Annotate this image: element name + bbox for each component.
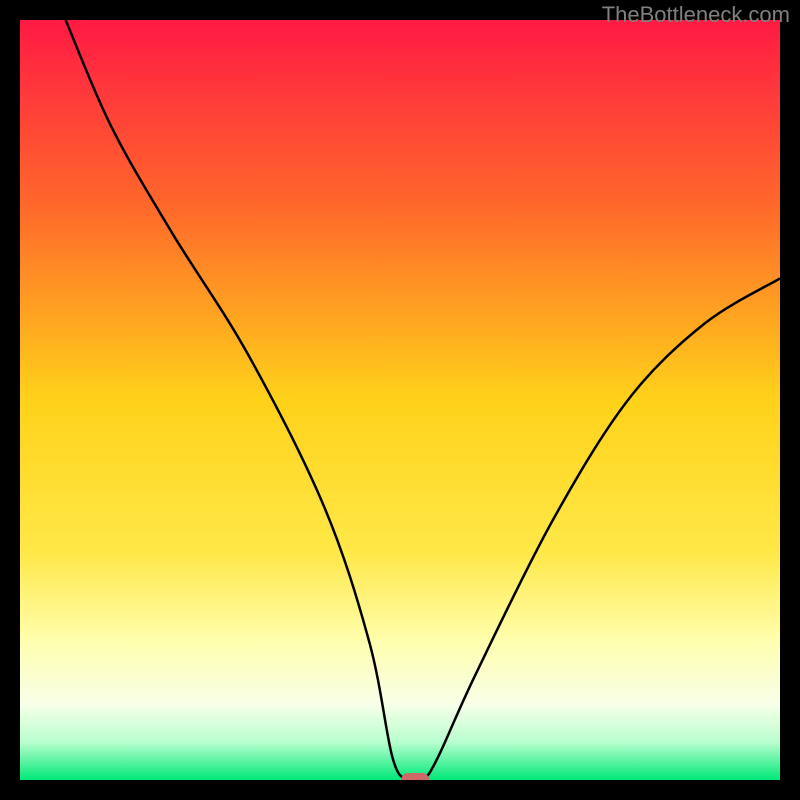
chart-svg <box>20 20 780 780</box>
gradient-background <box>20 20 780 780</box>
watermark-text: TheBottleneck.com <box>602 2 790 28</box>
optimal-marker <box>401 773 429 780</box>
chart-plot-area <box>20 20 780 780</box>
